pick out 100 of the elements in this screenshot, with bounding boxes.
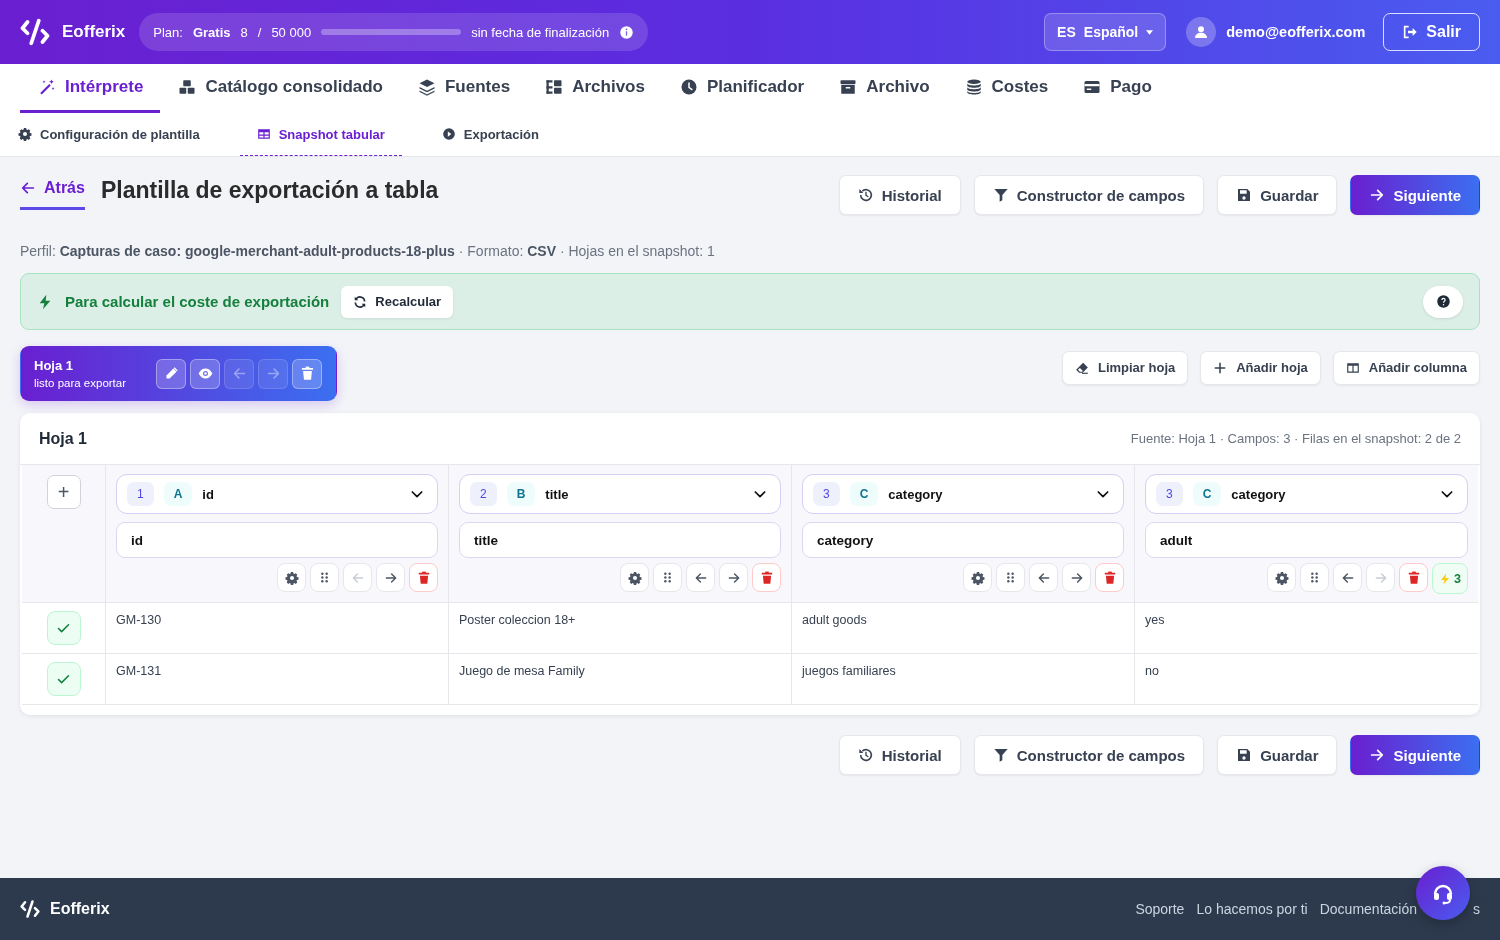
history-button[interactable]: Historial: [838, 175, 961, 215]
brand-name: Eofferix: [62, 22, 126, 42]
field-selector[interactable]: 2 B title: [459, 474, 781, 514]
table-cell: no: [1135, 654, 1478, 705]
preview-sheet-button[interactable]: [190, 358, 221, 389]
field-builder-button[interactable]: Constructor de campos: [973, 175, 1205, 215]
move-left-button[interactable]: [1333, 563, 1363, 592]
save-button[interactable]: Guardar: [1217, 735, 1338, 775]
arrow-right-icon: [1369, 187, 1386, 203]
language-selector[interactable]: ES Español: [1044, 13, 1167, 51]
user-icon: [1193, 24, 1210, 40]
field-selector[interactable]: 1 A id: [116, 474, 438, 514]
sheet-status: listo para exportar: [34, 377, 127, 389]
sub-tab[interactable]: Snapshot tabular: [239, 113, 402, 156]
trash-icon: [1406, 570, 1421, 585]
drag-handle[interactable]: [653, 563, 682, 592]
column-header-field[interactable]: id: [116, 522, 438, 558]
nav-tab[interactable]: Fuentes: [400, 64, 528, 113]
delete-column-button[interactable]: [1095, 563, 1124, 592]
field-selector[interactable]: 3 C category: [802, 474, 1124, 514]
magic-wand-icon: [38, 78, 56, 96]
add-column-button[interactable]: Añadir columna: [1332, 350, 1480, 385]
sub-tab[interactable]: Exportación: [441, 113, 539, 156]
edit-sheet-button[interactable]: [156, 358, 187, 389]
arrow-left-icon: [1340, 570, 1355, 585]
usage-separator: /: [257, 24, 262, 40]
delete-column-button[interactable]: [752, 563, 781, 592]
trash-icon: [1102, 570, 1117, 585]
grip-icon: [661, 571, 674, 584]
column-settings-button[interactable]: [620, 563, 649, 592]
nav-tab[interactable]: Intérprete: [20, 64, 161, 113]
column-header-field[interactable]: adult: [1145, 522, 1468, 558]
clear-sheet-button[interactable]: Limpiar hoja: [1061, 350, 1189, 385]
row-checkbox[interactable]: [46, 662, 81, 696]
plan-expiry: sin fecha de finalización: [471, 24, 610, 40]
recalculate-button[interactable]: Recalcular: [341, 285, 454, 318]
nav-tab[interactable]: Archivo: [821, 64, 947, 113]
move-right-button[interactable]: [376, 563, 405, 592]
next-button[interactable]: Siguiente: [1350, 735, 1480, 775]
page-title: Plantilla de exportación a tabla: [100, 176, 439, 204]
arrow-left-icon: [693, 570, 708, 585]
logo-icon: [20, 899, 40, 919]
table-cell: GM-131: [106, 654, 449, 705]
arrow-right-icon: [1069, 570, 1084, 585]
user-email[interactable]: demo@eofferix.com: [1226, 24, 1366, 40]
save-button[interactable]: Guardar: [1217, 175, 1338, 215]
move-right-button[interactable]: [719, 563, 748, 592]
nav-tab[interactable]: Catálogo consolidado: [160, 64, 400, 113]
move-left-button[interactable]: [686, 563, 715, 592]
footer-brand: Eofferix: [50, 900, 110, 918]
footer-link[interactable]: Documentación: [1319, 901, 1417, 917]
archive-box-icon: [839, 78, 858, 96]
footer-link[interactable]: Soporte: [1135, 901, 1185, 917]
move-right-button[interactable]: [1062, 563, 1091, 592]
arrow-right-icon: [265, 366, 281, 381]
info-icon: [619, 24, 635, 40]
help-button[interactable]: [1423, 285, 1463, 318]
support-chat-button[interactable]: [1416, 866, 1470, 920]
move-left-button[interactable]: [1029, 563, 1058, 592]
arrow-left-icon: [350, 570, 365, 585]
layers-icon: [418, 78, 436, 96]
add-sheet-button[interactable]: Añadir hoja: [1200, 350, 1321, 385]
drag-handle[interactable]: [310, 563, 339, 592]
field-builder-button[interactable]: Constructor de campos: [973, 735, 1205, 775]
column-header-field[interactable]: category: [802, 522, 1124, 558]
field-selector[interactable]: 3 C category: [1145, 474, 1468, 514]
trash-icon: [299, 366, 315, 381]
arrow-left-icon: [231, 366, 247, 381]
nav-tab[interactable]: Costes: [946, 64, 1066, 113]
logout-button[interactable]: Salir: [1383, 13, 1480, 51]
nav-tab[interactable]: Archivos: [527, 64, 662, 113]
column-settings-button[interactable]: [963, 563, 992, 592]
sub-tab[interactable]: Configuración de plantilla: [18, 113, 200, 156]
column-settings-button[interactable]: [277, 563, 306, 592]
play-icon: [441, 127, 456, 141]
usage-limit: 50 000: [271, 24, 312, 40]
next-button[interactable]: Siguiente: [1350, 175, 1480, 215]
arrow-left-icon: [1036, 570, 1051, 585]
column-settings-button[interactable]: [1267, 563, 1297, 592]
table-cell: Poster coleccion 18+: [449, 603, 792, 654]
drag-handle[interactable]: [996, 563, 1025, 592]
footer-link[interactable]: Lo hacemos por ti: [1196, 901, 1308, 917]
footer-link[interactable]: s: [1473, 901, 1480, 917]
delete-sheet-button[interactable]: [292, 358, 323, 389]
drag-handle[interactable]: [1300, 563, 1330, 592]
delete-column-button[interactable]: [409, 563, 438, 592]
folder-tree-icon: [545, 78, 564, 96]
delete-column-button[interactable]: [1399, 563, 1429, 592]
sheet-card[interactable]: Hoja 1 listo para exportar: [20, 346, 338, 401]
nav-tab[interactable]: Planificador: [661, 64, 822, 113]
back-link[interactable]: Atrás: [20, 175, 85, 210]
table-cell: yes: [1135, 603, 1478, 654]
nav-tab[interactable]: Pago: [1065, 64, 1169, 113]
gear-icon: [627, 570, 642, 585]
eraser-icon: [1074, 360, 1089, 375]
history-button[interactable]: Historial: [838, 735, 961, 775]
add-column-button[interactable]: +: [46, 475, 81, 509]
row-checkbox[interactable]: [46, 611, 81, 645]
column-header-field[interactable]: title: [459, 522, 781, 558]
boxes-icon: [178, 78, 197, 96]
